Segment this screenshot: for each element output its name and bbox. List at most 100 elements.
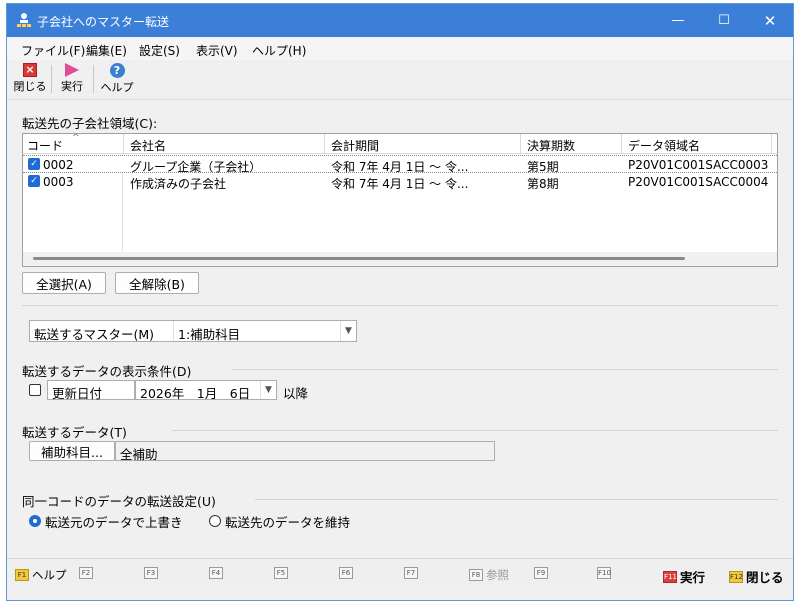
- run-arrow-icon: [65, 63, 79, 77]
- row-code: 0003: [43, 175, 74, 189]
- toolbar-run-label: 実行: [61, 80, 83, 93]
- table-row[interactable]: ✓ 0002 グループ企業（子会社） 令和 7年 4月 1日 ～ 令... 第5…: [23, 155, 777, 174]
- maximize-button[interactable]: ☐: [701, 4, 747, 37]
- row-area: P20V01C001SACC0004: [628, 175, 769, 189]
- toolbar-help-button[interactable]: ? ヘルプ: [99, 63, 135, 97]
- f12-key-icon: F12: [729, 570, 743, 583]
- f12-label: 閉じる: [746, 570, 784, 585]
- f1-help-key[interactable]: F1 ヘルプ: [15, 567, 67, 583]
- function-key-bar: F1 ヘルプ F2 F3 F4 F5 F6 F7 F8 参照 F9 F10 F1…: [7, 558, 793, 588]
- target-area-label: 転送先の子会社領域(C):: [22, 116, 158, 131]
- column-divider: [520, 134, 521, 154]
- f9-key[interactable]: F9: [534, 567, 551, 579]
- f10-key[interactable]: F10: [597, 567, 614, 579]
- toolbar-help-label: ヘルプ: [100, 81, 134, 94]
- chevron-down-icon: ▼: [340, 321, 356, 341]
- f4-key[interactable]: F4: [209, 567, 226, 579]
- scrollbar-thumb[interactable]: [33, 257, 685, 260]
- date-picker[interactable]: 2026年 1月 6日 ▼: [135, 380, 277, 401]
- toolbar-close-label: 閉じる: [13, 80, 47, 93]
- column-divider: [771, 134, 772, 154]
- row-checkbox[interactable]: ✓: [28, 175, 40, 187]
- col-header-term[interactable]: 決算期数: [527, 137, 575, 154]
- toolbar-run-button[interactable]: 実行: [57, 63, 87, 97]
- f1-label: ヘルプ: [32, 568, 67, 582]
- update-date-field-label: 更新日付: [47, 380, 135, 401]
- row-term: 第8期: [527, 177, 559, 191]
- sort-indicator-icon: ^: [72, 133, 80, 143]
- column-divider: [123, 134, 124, 154]
- master-select-value: 1:補助科目: [178, 327, 241, 342]
- f12-close-key[interactable]: F12 閉じる: [729, 567, 784, 586]
- minimize-button[interactable]: —: [655, 4, 701, 37]
- help-icon: ?: [109, 63, 125, 78]
- toolbar-separator: [93, 65, 94, 93]
- same-code-label: 同一コードのデータの転送設定(U): [22, 494, 216, 509]
- menu-help[interactable]: ヘルプ(H): [252, 42, 306, 59]
- close-icon: ×: [23, 63, 37, 77]
- update-date-checkbox[interactable]: [29, 384, 41, 396]
- row-company: 作成済みの子会社: [130, 177, 227, 191]
- row-code: 0002: [43, 158, 74, 172]
- title-bar: 子会社へのマスター転送 — ☐ ✕: [7, 4, 793, 37]
- f7-key[interactable]: F7: [404, 567, 421, 579]
- toolbar-close-button[interactable]: × 閉じる: [13, 63, 47, 97]
- f2-key[interactable]: F2: [79, 567, 96, 579]
- col-header-code[interactable]: コード: [27, 137, 63, 154]
- menu-file[interactable]: ファイル(F): [21, 42, 85, 59]
- master-select[interactable]: 転送するマスター(M) 1:補助科目 ▼: [29, 320, 357, 342]
- f6-key[interactable]: F6: [339, 567, 356, 579]
- select-all-button[interactable]: 全選択(A): [22, 272, 106, 294]
- f6-key-icon: F6: [339, 567, 353, 579]
- col-header-period[interactable]: 会計期間: [331, 137, 379, 154]
- row-period: 令和 7年 4月 1日 ～ 令...: [331, 177, 469, 191]
- col-header-area[interactable]: データ領域名: [628, 137, 700, 154]
- date-suffix: 以降: [283, 386, 309, 401]
- f5-key[interactable]: F5: [274, 567, 291, 579]
- column-divider: [324, 134, 325, 154]
- col-header-company[interactable]: 会社名: [130, 137, 166, 154]
- master-select-label: 転送するマスター(M): [34, 327, 155, 342]
- table-row[interactable]: ✓ 0003 作成済みの子会社 令和 7年 4月 1日 ～ 令... 第8期 P…: [23, 173, 777, 191]
- f10-key-icon: F10: [597, 567, 611, 579]
- menu-bar: ファイル(F) 編集(E) 設定(S) 表示(V) ヘルプ(H): [7, 38, 793, 60]
- data-label: 転送するデータ(T): [22, 425, 127, 440]
- row-area: P20V01C001SACC0003: [628, 158, 769, 172]
- toolbar: × 閉じる 実行 ? ヘルプ: [7, 60, 793, 100]
- divider: [232, 369, 778, 370]
- f4-key-icon: F4: [209, 567, 223, 579]
- menu-settings[interactable]: 設定(S): [139, 42, 180, 59]
- keep-target-radio[interactable]: [209, 515, 221, 527]
- f11-label: 実行: [680, 570, 706, 585]
- keep-target-option-label[interactable]: 転送先のデータを維持: [225, 512, 350, 531]
- f3-key[interactable]: F3: [144, 567, 161, 579]
- f11-run-key[interactable]: F11 実行: [663, 567, 705, 586]
- menu-view[interactable]: 表示(V): [196, 42, 238, 59]
- f8-reference-key[interactable]: F8 参照: [469, 567, 509, 583]
- chevron-down-icon: ▼: [260, 381, 276, 399]
- divider: [255, 499, 778, 500]
- f8-key-icon: F8: [469, 569, 483, 581]
- data-value-field: 全補助: [115, 441, 495, 462]
- target-company-grid[interactable]: コード ^ 会社名 会計期間 決算期数 データ領域名 ✓ 0002 グループ企業…: [22, 133, 778, 267]
- column-divider: [621, 134, 622, 154]
- select-divider: [173, 321, 174, 341]
- horizontal-scrollbar[interactable]: [23, 252, 777, 266]
- f7-key-icon: F7: [404, 567, 418, 579]
- f5-key-icon: F5: [274, 567, 288, 579]
- overwrite-option-label[interactable]: 転送元のデータで上書き: [45, 512, 183, 531]
- sub-account-button[interactable]: 補助科目...: [29, 441, 115, 461]
- f9-key-icon: F9: [534, 567, 548, 579]
- f2-key-icon: F2: [79, 567, 93, 579]
- condition-label: 転送するデータの表示条件(D): [22, 364, 192, 379]
- f8-label: 参照: [486, 568, 509, 582]
- menu-edit[interactable]: 編集(E): [86, 42, 127, 59]
- divider: [172, 430, 778, 431]
- divider: [22, 305, 778, 306]
- app-icon: [17, 13, 31, 27]
- overwrite-radio[interactable]: [29, 515, 41, 527]
- close-window-button[interactable]: ✕: [747, 4, 793, 37]
- row-checkbox[interactable]: ✓: [28, 158, 40, 170]
- f3-key-icon: F3: [144, 567, 158, 579]
- deselect-all-button[interactable]: 全解除(B): [115, 272, 199, 294]
